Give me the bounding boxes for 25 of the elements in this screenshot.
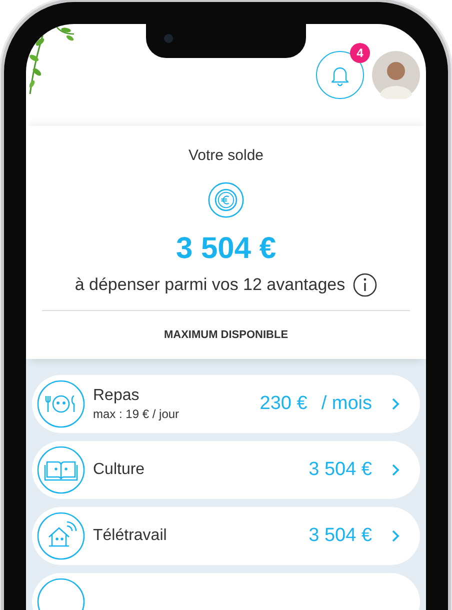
benefit-limit: max : 19 € / jour xyxy=(93,407,180,421)
section-heading: MAXIMUM DISPONIBLE xyxy=(164,329,288,341)
plate-cutlery-icon xyxy=(37,380,85,428)
benefit-amount: 3 504 € xyxy=(308,459,372,481)
benefit-name: Repas xyxy=(93,387,140,405)
benefit-period: / mois xyxy=(321,393,372,415)
benefit-amount: 230 € xyxy=(260,393,308,415)
balance-label: Votre solde xyxy=(188,147,264,164)
book-icon xyxy=(37,446,85,494)
benefit-amount: 3 504 € xyxy=(308,525,372,547)
info-icon[interactable] xyxy=(353,273,378,297)
euro-coin-icon xyxy=(207,181,245,219)
chevron-right-icon xyxy=(390,463,400,477)
benefit-name: Télétravail xyxy=(93,527,168,545)
balance-amount: 3 504 € xyxy=(176,232,276,266)
benefit-row[interactable]: Télétravail 3 504 € xyxy=(32,507,420,565)
balance-subtitle: à dépenser parmi vos 12 avantages xyxy=(74,275,346,295)
benefit-row[interactable]: Repas max : 19 € / jour 230 € / mois xyxy=(32,375,420,433)
notification-badge: 4 xyxy=(350,43,370,63)
chevron-right-icon xyxy=(390,529,400,543)
benefit-row[interactable]: Culture 3 504 € xyxy=(32,441,420,499)
house-wifi-icon xyxy=(37,512,85,560)
chevron-right-icon xyxy=(390,397,400,411)
avatar[interactable] xyxy=(372,51,420,99)
benefit-name: Culture xyxy=(93,461,146,479)
